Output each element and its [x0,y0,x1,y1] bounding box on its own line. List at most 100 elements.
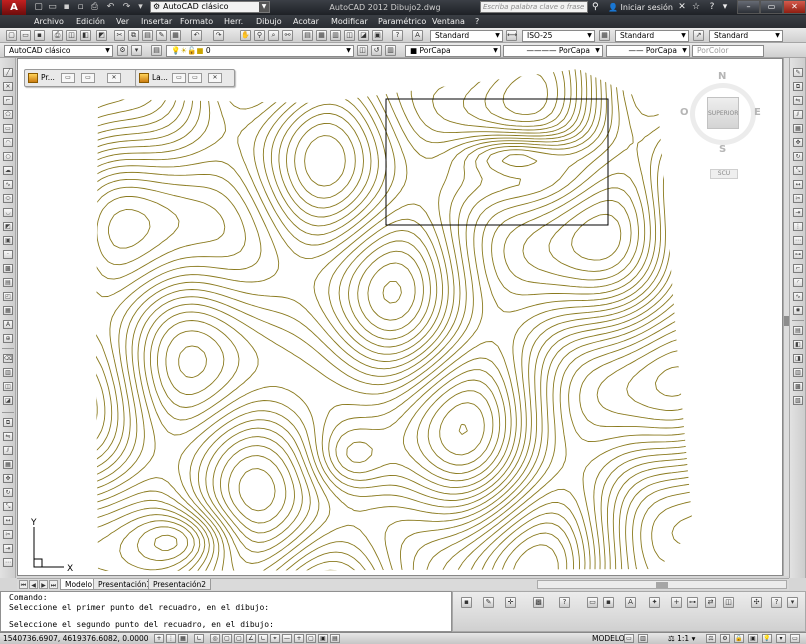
floating-panel-properties[interactable]: Pr... ▭ ▭ ✕ [24,69,138,87]
new-file-icon[interactable]: ▢ [33,2,44,13]
add-selected-icon[interactable]: ⊕ [3,334,13,343]
command-line-window[interactable]: Comando: Seleccione el primer punto del … [0,591,452,632]
undo-icon[interactable]: ↶ [191,30,202,41]
star-icon[interactable]: ☆ [690,1,702,13]
extend-icon[interactable]: ⇥ [793,208,803,217]
insert-point-icon[interactable]: ✦ [649,597,660,608]
workspace-settings-icon[interactable]: ⚙ [117,45,128,56]
add-vertex-icon[interactable]: + [671,597,682,608]
design-center-icon[interactable]: ▦ [316,30,327,41]
plot-icon[interactable]: ⎙ [52,30,63,41]
help-icon[interactable]: ? [392,30,403,41]
grid-display-icon[interactable]: ▦ [178,634,188,643]
break-at-point-icon[interactable]: ⋮ [793,222,803,231]
annotation-visibility-icon[interactable]: ⚖ [706,634,716,643]
send-back-icon[interactable]: ◨ [793,354,803,363]
compass-south-label[interactable]: S [719,144,726,155]
text-tool-icon[interactable]: A [625,597,636,608]
compass-north-label[interactable]: N [718,71,726,82]
layer-match-icon[interactable]: ◫ [3,382,13,391]
quick-view-drawings-icon[interactable]: ▥ [638,634,648,643]
quick-access-dropdown-icon[interactable]: ▾ [135,2,146,13]
help-dropdown-icon[interactable]: ▾ [720,1,730,13]
toolbar-lock-icon[interactable]: 🔒 [734,634,744,643]
more-icon[interactable]: ▾ [787,597,798,608]
move-icon[interactable]: ✥ [793,138,803,147]
object-snap-icon[interactable]: ▢ [222,634,232,643]
layer-properties-icon[interactable]: ▤ [151,45,162,56]
menu-parametrico[interactable]: Paramétrico [378,15,426,28]
arc-icon[interactable]: ◠ [3,138,13,147]
lineweight-select[interactable]: —— PorCapa ▼ [606,45,690,57]
zoom-realtime-icon[interactable]: ⚲ [254,30,265,41]
compass-east-label[interactable]: E [754,107,761,118]
polar-tracking-icon[interactable]: ◎ [210,634,220,643]
polygon-icon[interactable]: ⬠ [3,110,13,119]
save-disk-icon[interactable]: ▪ [603,597,614,608]
text-front-icon[interactable]: ▥ [793,368,803,377]
qnew-icon[interactable]: ▢ [6,30,17,41]
help-search-input[interactable]: Escriba palabra clave o frase [480,1,588,13]
last-tab-icon[interactable]: ⏭ [49,580,58,589]
command-prompt-line[interactable]: Seleccione el segundo punto del recuadro… [9,620,274,630]
open-folder-icon[interactable]: ▭ [587,597,598,608]
spline-icon[interactable]: ∿ [3,180,13,189]
menu-ver[interactable]: Ver [116,15,129,28]
question-icon[interactable]: ? [771,597,782,608]
panel-restore-button[interactable]: ▭ [61,73,75,83]
floating-panel-layers[interactable]: La... ▭ ▭ ✕ [135,69,235,87]
spread-icon[interactable]: ✣ [751,597,762,608]
otrack-icon[interactable]: ∠ [246,634,256,643]
save-as-icon[interactable]: ▫ [75,2,86,13]
preview-icon[interactable]: ◫ [66,30,77,41]
workspace-switcher[interactable]: ⚙ AutoCAD clásico ▼ [150,1,270,13]
help-question-icon[interactable]: ? [559,597,570,608]
minimize-button[interactable]: – [737,0,760,14]
clean-screen-icon[interactable]: ▭ [790,634,800,643]
quickcalc-icon[interactable]: ▣ [372,30,383,41]
menu-dibujo[interactable]: Dibujo [256,15,282,28]
snap-tracking-icon[interactable]: ✛ [505,597,516,608]
layer-isolate-icon[interactable]: ◪ [3,396,13,405]
help-icon[interactable]: ? [706,1,718,13]
tab-presentacion1[interactable]: Presentación1 [93,579,157,590]
quick-view-layouts-icon[interactable]: ▭ [624,634,634,643]
rotate-icon[interactable]: ↻ [793,152,803,161]
panel-minimize-button[interactable]: ▭ [188,73,202,83]
scroll-thumb[interactable] [656,582,668,588]
print-icon[interactable]: ⎙ [89,2,100,13]
chamfer-icon[interactable]: ⌐ [793,264,803,273]
copy-icon[interactable]: ⧉ [128,30,139,41]
redo-icon[interactable]: ↷ [121,2,132,13]
menu-edicion[interactable]: Edición [76,15,105,28]
menu-modificar[interactable]: Modificar [331,15,368,28]
prev-tab-icon[interactable]: ◀ [29,580,38,589]
menu-ventana[interactable]: Ventana [432,15,465,28]
sign-in-button[interactable]: 👤 Iniciar sesión [608,0,673,15]
draworder-icon[interactable]: ▤ [793,326,803,335]
model-space-toggle[interactable]: MODELO [592,633,625,644]
horizontal-scrollbar[interactable] [537,580,787,589]
copy-icon[interactable]: ⧉ [793,82,803,91]
restore-button[interactable]: ▭ [760,0,783,14]
menu-archivo[interactable]: Archivo [34,15,64,28]
break-icon[interactable]: ⋯ [3,558,13,567]
compass-west-label[interactable]: O [680,107,689,118]
pan-icon[interactable]: ✋ [240,30,251,41]
menu-formato[interactable]: Formato [180,15,213,28]
tab-presentacion2[interactable]: Presentación2 [148,579,212,590]
erase-icon[interactable]: ⌫ [3,354,13,363]
zoom-window-icon[interactable]: ⌕ [268,30,279,41]
rectangle-icon[interactable]: ▭ [3,124,13,133]
mleader-style-select[interactable]: Standard ▼ [709,30,783,42]
line-icon[interactable]: ╱ [3,68,13,77]
make-current-layer-icon[interactable]: ◫ [357,45,368,56]
menu-insertar[interactable]: Insertar [141,15,172,28]
cursor-coordinates[interactable]: 1540736.6907, 4619376.6082, 0.0000 [3,633,149,644]
bring-front-icon[interactable]: ◧ [793,340,803,349]
circle-icon[interactable]: ○ [3,152,13,161]
match-properties-icon[interactable]: ✎ [156,30,167,41]
offset-icon[interactable]: ⫽ [793,110,803,119]
dim-style-select[interactable]: ISO-25 ▼ [522,30,595,42]
exchange-icon[interactable]: ✕ [676,1,688,13]
